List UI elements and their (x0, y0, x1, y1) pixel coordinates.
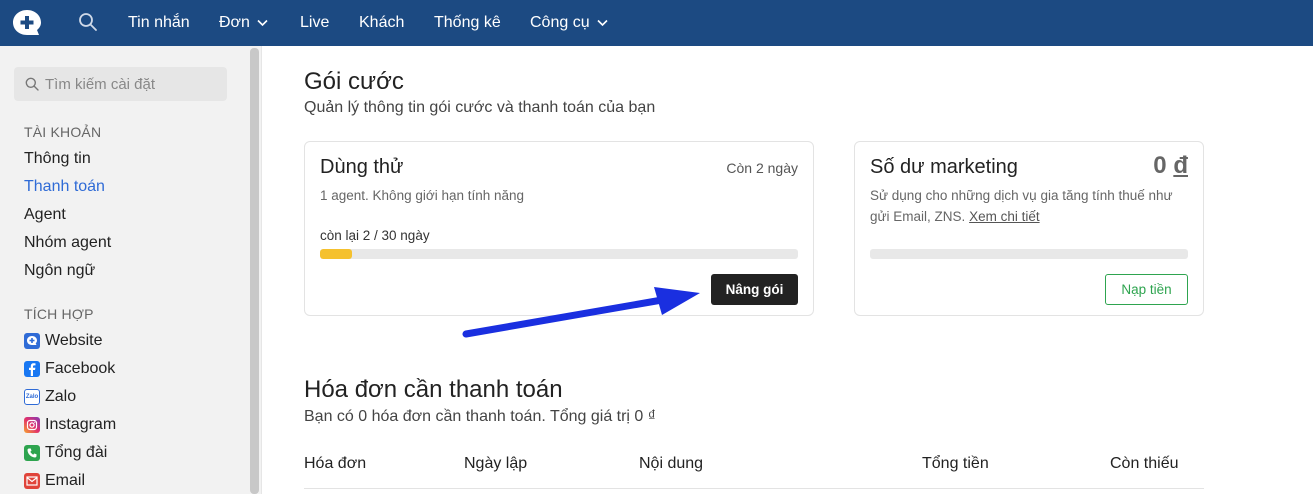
marketing-balance-card: Số dư marketing 0 đ Sử dụng cho những dị… (854, 141, 1204, 316)
sidebar-item-label: Ngôn ngữ (24, 262, 96, 279)
marketing-description-line2: gửi Email, ZNS. (870, 209, 966, 224)
sidebar-item-billing[interactable]: Thanh toán (24, 178, 105, 196)
settings-search-input[interactable]: Tìm kiếm cài đặt (14, 67, 227, 101)
nav-statistics-label: Thống kê (434, 14, 501, 31)
sidebar-item-label: Agent (24, 206, 66, 223)
nav-live-label: Live (300, 14, 330, 31)
facebook-icon (24, 361, 40, 377)
zalo-icon: Zalo (24, 389, 40, 405)
marketing-title: Số dư marketing (870, 156, 1018, 178)
sidebar-item-label: Nhóm agent (24, 234, 112, 251)
page-subtitle: Quản lý thông tin gói cước và thanh toán… (304, 99, 656, 116)
plan-description: 1 agent. Không giới hạn tính năng (320, 188, 525, 203)
main-content: Gói cước Quản lý thông tin gói cước và t… (262, 46, 1313, 494)
page-title: Gói cước (304, 68, 404, 95)
plan-title: Dùng thử (320, 156, 404, 178)
top-navbar: Tin nhắn Đơn Live Khách Thống kê Công cụ (0, 0, 1313, 46)
marketing-balance: 0 đ (1153, 152, 1188, 180)
sidebar-item-website[interactable]: Website (24, 332, 103, 350)
sidebar-item-call-center[interactable]: Tổng đài (24, 444, 107, 462)
nav-tools[interactable]: Công cụ (530, 0, 608, 46)
nav-messages-label: Tin nhắn (128, 14, 190, 31)
website-icon (24, 333, 40, 349)
column-header-total: Tổng tiền (922, 455, 989, 472)
details-link[interactable]: Xem chi tiết (969, 209, 1040, 224)
plan-days-left: Còn 2 ngày (726, 160, 798, 176)
nav-tools-label: Công cụ (530, 14, 590, 31)
sidebar-item-facebook[interactable]: Facebook (24, 360, 115, 378)
app-logo-icon[interactable] (12, 9, 42, 37)
sidebar-item-zalo[interactable]: Zalo Zalo (24, 388, 76, 406)
invoices-subtitle: Bạn có 0 hóa đơn cần thanh toán. Tổng gi… (304, 408, 656, 425)
search-icon (25, 77, 39, 91)
email-icon (24, 473, 40, 489)
sidebar-item-instagram[interactable]: Instagram (24, 416, 116, 434)
annotation-arrow-icon (462, 287, 700, 338)
sidebar-item-language[interactable]: Ngôn ngữ (24, 262, 95, 280)
sidebar-item-label: Thông tin (24, 150, 91, 167)
marketing-progress-bar (870, 249, 1188, 259)
nav-orders-label: Đơn (219, 14, 250, 31)
sidebar-item-label: Facebook (45, 360, 116, 377)
sidebar-scrollbar[interactable] (250, 48, 259, 494)
instagram-icon (24, 417, 40, 433)
sidebar-item-label: Thanh toán (24, 178, 105, 195)
section-account-heading: TÀI KHOẢN (24, 124, 102, 140)
chevron-down-icon (597, 19, 608, 27)
nav-statistics[interactable]: Thống kê (434, 0, 501, 46)
upgrade-plan-button[interactable]: Nâng gói (711, 274, 798, 305)
sidebar-item-label: Website (45, 332, 103, 349)
settings-sidebar: Tìm kiếm cài đặt TÀI KHOẢN Thông tin Tha… (0, 46, 262, 494)
column-header-invoice: Hóa đơn (304, 455, 367, 472)
zalo-icon-text: Zalo (25, 394, 39, 400)
nav-customers[interactable]: Khách (359, 0, 404, 46)
column-header-remaining: Còn thiếu (1110, 455, 1179, 472)
nav-messages[interactable]: Tin nhắn (128, 0, 190, 46)
topup-button-label: Nạp tiền (1121, 282, 1172, 297)
sidebar-item-email[interactable]: Email (24, 472, 85, 490)
nav-live[interactable]: Live (300, 0, 329, 46)
sidebar-item-label: Email (45, 472, 86, 489)
balance-amount: 0 (1153, 152, 1167, 179)
plan-progress-label: còn lại 2 / 30 ngày (320, 228, 430, 243)
section-integration-heading: TÍCH HỢP (24, 306, 94, 322)
sidebar-item-label: Tổng đài (45, 444, 108, 461)
search-placeholder: Tìm kiếm cài đặt (45, 75, 156, 93)
upgrade-button-label: Nâng gói (725, 282, 784, 297)
marketing-description: Sử dụng cho những dịch vụ gia tăng tính … (870, 185, 1173, 227)
invoices-title: Hóa đơn cần thanh toán (304, 376, 563, 403)
nav-customers-label: Khách (359, 14, 405, 31)
sidebar-item-info[interactable]: Thông tin (24, 150, 91, 168)
plan-progress-bar (320, 249, 798, 259)
chevron-down-icon (257, 19, 268, 27)
marketing-description-line1: Sử dụng cho những dịch vụ gia tăng tính … (870, 188, 1173, 203)
sidebar-item-agent[interactable]: Agent (24, 206, 66, 224)
table-header-divider (304, 488, 1204, 489)
nav-orders[interactable]: Đơn (219, 0, 268, 46)
column-header-date: Ngày lập (464, 455, 528, 472)
sidebar-item-agent-group[interactable]: Nhóm agent (24, 234, 111, 252)
phone-icon (24, 445, 40, 461)
sidebar-item-label: Zalo (45, 388, 77, 405)
balance-currency: đ (1173, 152, 1188, 179)
plan-progress-fill (320, 249, 353, 259)
sidebar-item-label: Instagram (45, 416, 117, 433)
column-header-content: Nội dung (639, 455, 704, 472)
search-icon[interactable] (78, 12, 98, 32)
topup-button[interactable]: Nạp tiền (1105, 274, 1188, 305)
